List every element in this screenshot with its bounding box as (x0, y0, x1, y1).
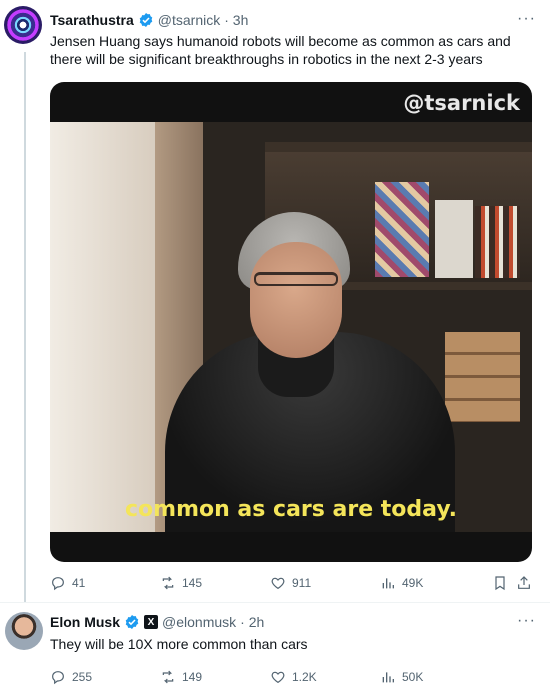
tweet1-handle[interactable]: @tsarnick (158, 12, 220, 28)
tweet2-timestamp[interactable]: · 2h (240, 614, 264, 630)
bookmark-icon[interactable] (492, 575, 508, 591)
tweet-divider (0, 602, 550, 603)
more-options-icon[interactable]: ··· (517, 612, 536, 630)
views-button[interactable]: 50K (380, 669, 423, 685)
tweet1-text: Jensen Huang says humanoid robots will b… (50, 33, 511, 67)
reply-icon (52, 671, 64, 685)
verified-badge-icon (125, 615, 139, 629)
tweet2-text: They will be 10X more common than cars (50, 636, 308, 652)
tweet2-action-bar: 255 149 1.2K 50K (50, 666, 532, 688)
repost-button[interactable]: 149 (160, 669, 202, 685)
repost-icon (162, 670, 174, 684)
tweet2-header: Elon Musk X @elonmusk · 2h (50, 612, 264, 632)
thread-connector-line (24, 52, 26, 602)
tweet1-timestamp[interactable]: · 3h (224, 12, 248, 28)
view-count: 49K (402, 576, 424, 590)
like-button[interactable]: 1.2K (270, 669, 317, 685)
elon-musk-avatar[interactable] (5, 612, 43, 650)
x-affiliate-badge-icon: X (144, 615, 159, 629)
view-count: 50K (402, 670, 424, 684)
tsarathustra-avatar[interactable] (4, 6, 42, 44)
tweet2-handle[interactable]: @elonmusk (162, 614, 236, 630)
heart-icon (271, 577, 285, 590)
like-button[interactable]: 911 (270, 575, 311, 591)
reply-count: 255 (72, 670, 93, 684)
reply-icon (52, 577, 64, 591)
reply-count: 41 (72, 576, 86, 590)
more-options-icon[interactable]: ··· (517, 10, 536, 28)
reply-button[interactable]: 41 (50, 575, 85, 591)
tweet1-video[interactable]: @tsarnick common as cars are today. (50, 82, 532, 562)
video-watermark: @tsarnick (403, 91, 520, 115)
tweet1-header: Tsarathustra @tsarnick · 3h (50, 10, 248, 30)
repost-count: 145 (182, 576, 203, 590)
repost-count: 149 (182, 670, 203, 684)
video-frame (50, 122, 532, 532)
like-count: 911 (292, 576, 312, 590)
tweet1-author-name[interactable]: Tsarathustra (50, 12, 134, 28)
reply-button[interactable]: 255 (50, 669, 92, 685)
views-button[interactable]: 49K (380, 575, 423, 591)
views-chart-icon (382, 672, 394, 683)
views-chart-icon (382, 578, 394, 589)
repost-icon (162, 576, 174, 590)
heart-icon (271, 671, 285, 684)
repost-button[interactable]: 145 (160, 575, 202, 591)
video-caption: common as cars are today. (124, 497, 458, 522)
share-icon[interactable] (516, 575, 532, 591)
verified-badge-icon (139, 13, 153, 27)
like-count: 1.2K (292, 670, 317, 684)
tweet2-author-name[interactable]: Elon Musk (50, 614, 120, 630)
tweet1-action-bar: 41 145 911 49K (50, 572, 532, 594)
